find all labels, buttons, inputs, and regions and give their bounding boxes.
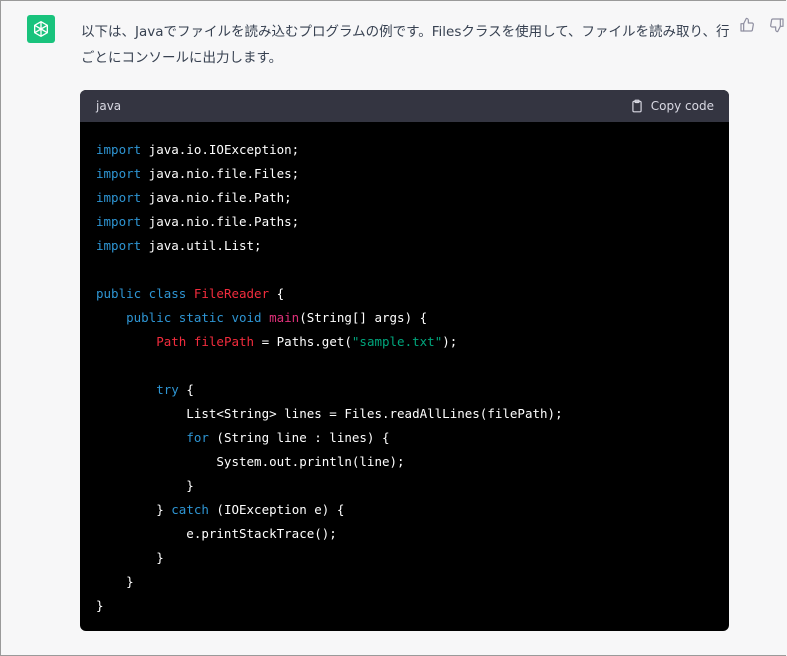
code-line: public class FileReader { [96, 282, 713, 306]
thumbs-up-icon[interactable] [739, 17, 755, 33]
code-line: import java.io.IOException; [96, 138, 713, 162]
code-token: (String line : lines) { [208, 430, 390, 445]
code-token: import [96, 190, 142, 205]
code-token: "sample.txt" [351, 334, 443, 349]
copy-code-button[interactable]: Copy code [630, 99, 714, 113]
code-token: { [269, 286, 285, 301]
code-token: import [96, 238, 142, 253]
code-line: } [96, 474, 713, 498]
code-token: java.util.List; [141, 238, 262, 253]
code-token: } [96, 598, 104, 613]
code-line: public static void main(String[] args) { [96, 306, 713, 330]
code-token: public class [96, 286, 187, 301]
code-content[interactable]: import java.io.IOException; import java.n… [80, 122, 729, 631]
code-token: = Paths.get( [254, 334, 352, 349]
code-block: java Copy code import java.io.IOExceptio… [80, 90, 729, 631]
code-token: java.nio.file.Files; [141, 166, 300, 181]
code-token: List<String> lines = Files.readAllLines(… [96, 406, 563, 421]
code-token: for [186, 430, 209, 445]
code-token: java.nio.file.Path; [141, 190, 292, 205]
code-token: import [96, 142, 142, 157]
clipboard-icon [632, 99, 642, 113]
code-token: import [96, 166, 142, 181]
assistant-avatar [27, 15, 55, 43]
code-line: import java.nio.file.Files; [96, 162, 713, 186]
code-token: e.printStackTrace(); [96, 526, 337, 541]
code-line: Path filePath = Paths.get("sample.txt"); [96, 330, 713, 354]
code-token: } [96, 574, 134, 589]
code-token: } [96, 550, 164, 565]
code-line: } [96, 594, 713, 618]
code-token: main [269, 310, 300, 325]
feedback-buttons [739, 17, 785, 33]
code-token: System.out.println(line); [96, 454, 405, 469]
code-token: (String[] args) { [299, 310, 428, 325]
code-token: FileReader [193, 286, 270, 301]
code-language-label: java [96, 99, 122, 113]
code-line: for (String line : lines) { [96, 426, 713, 450]
code-line: } catch (IOException e) { [96, 498, 713, 522]
code-token: { [178, 382, 194, 397]
code-line: } [96, 546, 713, 570]
assistant-message-text: 以下は、Javaでファイルを読み込むプログラムの例です。Filesクラスを使用し… [81, 24, 730, 66]
code-token: ); [442, 334, 458, 349]
copy-code-label: Copy code [650, 99, 714, 113]
code-token: (IOException e) { [208, 502, 345, 517]
openai-logo-icon [34, 21, 48, 37]
code-line: e.printStackTrace(); [96, 522, 713, 546]
code-line: import java.util.List; [96, 234, 713, 258]
code-token: try [156, 382, 179, 397]
code-token: Path filePath [156, 334, 255, 349]
code-token: import [96, 214, 142, 229]
code-line: import java.nio.file.Paths; [96, 210, 713, 234]
code-token: } [96, 502, 172, 517]
chat-message-container: 以下は、Javaでファイルを読み込むプログラムの例です。Filesクラスを使用し… [0, 0, 786, 656]
code-token: public static void [126, 310, 262, 325]
code-line: System.out.println(line); [96, 450, 713, 474]
code-line: } [96, 570, 713, 594]
code-line: try { [96, 378, 713, 402]
code-line: import java.nio.file.Path; [96, 186, 713, 210]
code-token: java.nio.file.Paths; [141, 214, 300, 229]
code-token: java.io.IOException; [141, 142, 300, 157]
code-line: List<String> lines = Files.readAllLines(… [96, 402, 713, 426]
code-token: catch [171, 502, 209, 517]
code-block-header: java Copy code [80, 90, 729, 122]
thumbs-down-icon[interactable] [769, 17, 785, 33]
code-token: } [96, 478, 194, 493]
